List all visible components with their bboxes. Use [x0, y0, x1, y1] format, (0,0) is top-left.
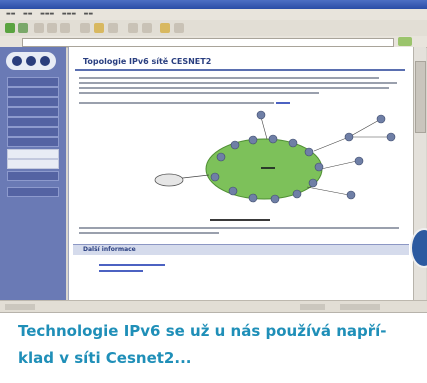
menu-item[interactable]: ▬▬ — [6, 11, 15, 17]
sidebar-item[interactable] — [7, 97, 59, 107]
sidebar-item[interactable] — [7, 87, 59, 97]
mail-icon[interactable] — [128, 23, 138, 33]
paragraph-line — [79, 82, 397, 84]
sidebar-item[interactable] — [7, 107, 59, 117]
forward-icon[interactable] — [18, 23, 28, 33]
go-icon[interactable] — [398, 37, 412, 46]
sidebar-item[interactable] — [7, 137, 59, 147]
sidebar-item[interactable] — [7, 127, 59, 137]
external-network-node — [154, 173, 184, 187]
menu-item[interactable]: ▬▬▬ — [40, 11, 54, 17]
home-icon[interactable] — [60, 23, 70, 33]
sidebar-item[interactable] — [7, 159, 59, 169]
sidebar-item[interactable] — [7, 171, 59, 181]
print-icon[interactable] — [142, 23, 152, 33]
menu-bar: ▬▬ ▬▬ ▬▬▬ ▬▬▬ ▬▬ — [0, 9, 427, 20]
site-logo — [6, 52, 56, 70]
paragraph-line — [79, 92, 319, 94]
address-input[interactable] — [22, 38, 394, 47]
sidebar-item[interactable] — [7, 77, 59, 87]
window-titlebar — [0, 0, 427, 9]
page-content: Topologie IPv6 sítě CESNET2 Další inform… — [68, 47, 414, 300]
more-info-bar: Další informace — [73, 244, 409, 255]
info-link[interactable] — [99, 270, 143, 272]
network-topology-diagram — [154, 110, 396, 204]
sidebar-item-active[interactable] — [7, 149, 59, 159]
back-icon[interactable] — [5, 23, 15, 33]
menu-item[interactable]: ▬▬ — [84, 11, 93, 17]
edit-icon[interactable] — [160, 23, 170, 33]
menu-item[interactable]: ▬▬▬ — [62, 11, 76, 17]
status-bar — [0, 300, 427, 312]
discuss-icon[interactable] — [174, 23, 184, 33]
sidebar-item[interactable] — [7, 117, 59, 127]
figure-caption: Technologie IPv6 se už u nás používá nap… — [18, 318, 423, 372]
scrollbar-thumb[interactable] — [415, 61, 426, 133]
paragraph-line — [79, 227, 399, 229]
caption-line-2: klad v síti Cesnet2... — [18, 349, 192, 367]
info-link[interactable] — [99, 264, 165, 266]
stop-icon[interactable] — [34, 23, 44, 33]
paragraph-line — [79, 77, 379, 79]
more-info-heading: Další informace — [83, 246, 136, 253]
caption-line-1: Technologie IPv6 se už u nás používá nap… — [18, 322, 387, 340]
site-sidebar — [0, 47, 66, 300]
paragraph-line — [79, 87, 389, 89]
diagram-caption — [210, 219, 270, 221]
title-divider — [75, 69, 405, 71]
browser-toolbar — [0, 20, 427, 37]
page-title: Topologie IPv6 sítě CESNET2 — [83, 57, 212, 66]
paragraph-line — [79, 232, 219, 234]
browser-screenshot: ▬▬ ▬▬ ▬▬▬ ▬▬▬ ▬▬ Topologie IPv6 sítě CES… — [0, 0, 427, 313]
search-icon[interactable] — [80, 23, 90, 33]
history-icon[interactable] — [108, 23, 118, 33]
favorites-icon[interactable] — [94, 23, 104, 33]
menu-item[interactable]: ▬▬ — [23, 11, 32, 17]
sidebar-item[interactable] — [7, 187, 59, 197]
text-link[interactable] — [276, 102, 290, 104]
paragraph-line — [79, 102, 274, 104]
refresh-icon[interactable] — [47, 23, 57, 33]
